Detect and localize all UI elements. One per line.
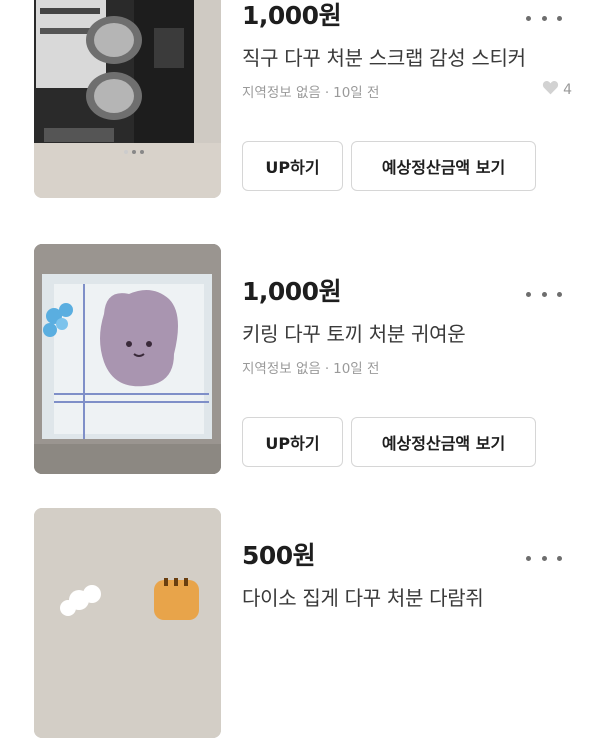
expected-settlement-button[interactable]: 예상정산금액 보기 (351, 417, 536, 467)
listing-item[interactable]: 500원 다이소 집게 다꾸 처분 다람쥐 (0, 508, 612, 748)
listing-item[interactable]: 1,000원 키링 다꾸 토끼 처분 귀여운 지역정보 없음 · 10일 전 UP하… (0, 244, 612, 484)
location-text: 지역정보 없음 (242, 85, 321, 101)
more-options-icon[interactable] (524, 284, 564, 304)
listing-item[interactable]: 1,000원 직구 다꾸 처분 스크랩 감성 스티커 지역정보 없음 · 10일 전… (0, 0, 612, 208)
expected-settlement-button[interactable]: 예상정산금액 보기 (351, 141, 536, 191)
location-text: 지역정보 없음 (242, 361, 321, 377)
like-count: 4 (542, 80, 572, 99)
listing-title[interactable]: 키링 다꾸 토끼 처분 귀여운 (242, 318, 466, 347)
product-thumbnail[interactable] (34, 508, 221, 738)
up-button[interactable]: UP하기 (242, 141, 343, 191)
heart-icon (542, 80, 559, 99)
separator: · (324, 361, 330, 377)
more-options-icon[interactable] (524, 8, 564, 28)
listing-title[interactable]: 직구 다꾸 처분 스크랩 감성 스티커 (242, 42, 526, 71)
price: 1,000원 (242, 1, 342, 30)
separator: · (324, 85, 330, 101)
time-text: 10일 전 (333, 361, 380, 377)
product-thumbnail[interactable] (34, 244, 221, 474)
up-button[interactable]: UP하기 (242, 417, 343, 467)
more-options-icon[interactable] (524, 548, 564, 568)
product-thumbnail[interactable] (34, 0, 221, 198)
listing-meta: 지역정보 없음 · 10일 전 (242, 81, 379, 101)
price: 500원 (242, 541, 316, 570)
price: 1,000원 (242, 277, 342, 306)
listing-title[interactable]: 다이소 집게 다꾸 처분 다람쥐 (242, 582, 484, 611)
listing-meta: 지역정보 없음 · 10일 전 (242, 357, 379, 377)
like-count-value: 4 (563, 81, 572, 98)
time-text: 10일 전 (333, 85, 380, 101)
